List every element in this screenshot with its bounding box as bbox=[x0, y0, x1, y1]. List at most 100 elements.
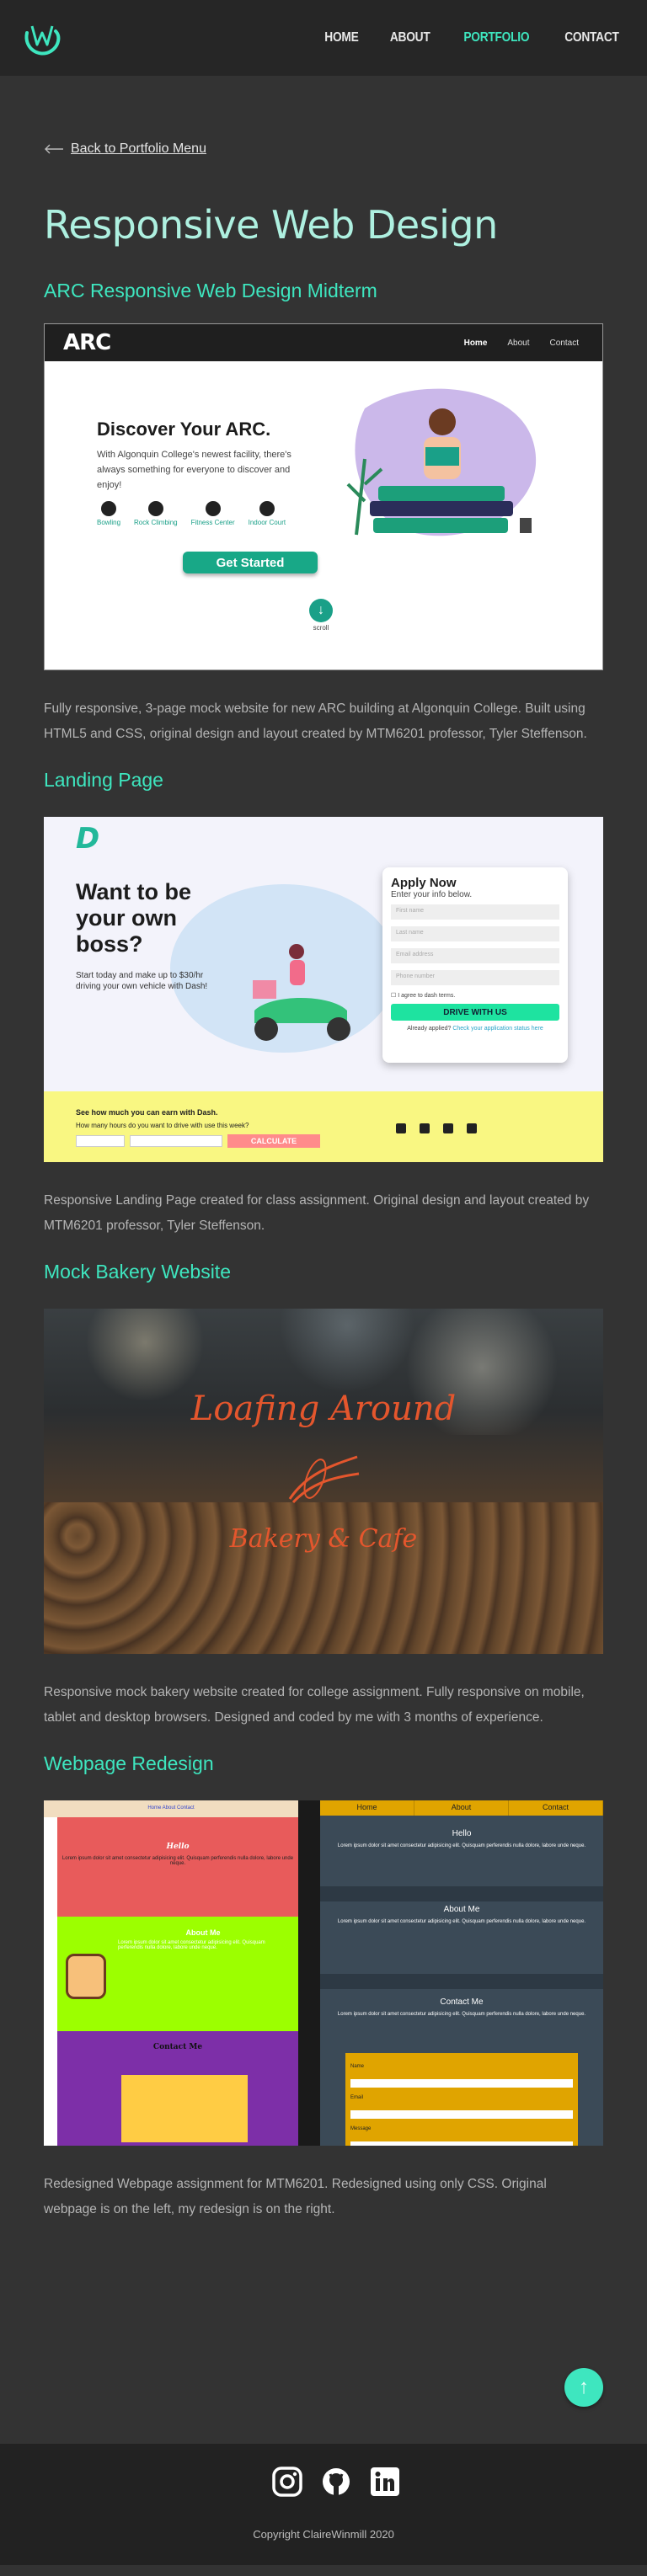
scroll-to-top-button[interactable]: ↑ bbox=[564, 2368, 603, 2407]
linkedin-icon[interactable] bbox=[369, 2466, 401, 2498]
footer: Copyright ClaireWinmill 2020 bbox=[0, 2444, 647, 2565]
hours-input bbox=[76, 1135, 125, 1147]
w-swirl-logo-icon[interactable] bbox=[19, 14, 66, 61]
down-arrow-icon: ↓ bbox=[309, 599, 333, 622]
message-input bbox=[350, 2141, 573, 2146]
arc-activity: Fitness Center bbox=[191, 501, 235, 526]
instagram-icon[interactable] bbox=[271, 2466, 303, 2498]
nav-links: HOME ABOUT PORTFOLIO CONTACT bbox=[322, 30, 623, 45]
back-to-portfolio-link[interactable]: Back to Portfolio Menu bbox=[71, 141, 206, 157]
linkedin-icon bbox=[467, 1123, 477, 1133]
facebook-icon bbox=[396, 1123, 406, 1133]
footer-social-icons bbox=[271, 2466, 401, 2498]
bakery-subtitle: Bakery & Cafe bbox=[229, 1524, 418, 1554]
project-title-bakery: Mock Bakery Website bbox=[44, 1261, 231, 1283]
landing-screenshot[interactable]: D Want to be your own boss? Start today … bbox=[44, 817, 603, 1162]
arc-get-started-button: Get Started bbox=[183, 552, 318, 573]
nav-about[interactable]: ABOUT bbox=[390, 30, 430, 45]
instagram-icon bbox=[420, 1123, 430, 1133]
old-about-section: About Me Lorem ipsum dolor sit amet cons… bbox=[57, 1917, 298, 2031]
rock-climbing-icon bbox=[147, 501, 163, 516]
arc-heading: Discover Your ARC. bbox=[97, 419, 271, 440]
calculate-button: CALCULATE bbox=[227, 1134, 320, 1148]
original-webpage: Home About Contact Hello Lorem ipsum dol… bbox=[44, 1800, 298, 2146]
reading-woman-illustration bbox=[346, 388, 537, 536]
arc-nav-home: Home bbox=[463, 338, 488, 348]
earnings-title: See how much you can earn with Dash. bbox=[76, 1108, 218, 1117]
copyright: Copyright ClaireWinmill 2020 bbox=[253, 2528, 394, 2541]
new-nav: Home About Contact bbox=[320, 1800, 603, 1816]
project-title-landing: Landing Page bbox=[44, 769, 163, 791]
arc-nav-links: Home About Contact bbox=[464, 339, 579, 348]
page-title: Responsive Web Design bbox=[44, 202, 498, 248]
left-arrow-icon[interactable] bbox=[44, 143, 64, 155]
arc-activity: Indoor Court bbox=[249, 501, 286, 526]
bakery-name: Loafing Around bbox=[190, 1389, 457, 1428]
project-description-arc: Fully responsive, 3-page mock website fo… bbox=[44, 701, 587, 741]
old-contact-form bbox=[121, 2075, 248, 2142]
cartoon-face-illustration bbox=[66, 1954, 106, 1999]
arc-activities: Bowling Rock Climbing Fitness Center Ind… bbox=[97, 501, 286, 526]
nav-home[interactable]: HOME bbox=[324, 30, 359, 45]
github-icon[interactable] bbox=[320, 2466, 352, 2498]
landing-heading: Want to be your own boss? bbox=[76, 879, 191, 957]
page: HOME ABOUT PORTFOLIO CONTACT Back to Por… bbox=[0, 0, 647, 2576]
arc-screenshot[interactable]: ARC Home About Contact Discover Your ARC… bbox=[44, 323, 603, 670]
landing-text: Start today and make up to $30/hr drivin… bbox=[76, 971, 208, 991]
main-content: Back to Portfolio Menu Responsive Web De… bbox=[0, 141, 647, 2222]
arc-scroll-indicator: ↓ scroll bbox=[309, 599, 333, 632]
old-nav: Home About Contact bbox=[44, 1800, 298, 1817]
dash-logo: D bbox=[76, 822, 100, 856]
bowling-icon bbox=[101, 501, 116, 516]
arrow-up-icon: ↑ bbox=[579, 2376, 589, 2398]
wheat-sheaf-icon bbox=[288, 1455, 360, 1504]
project-title-redesign: Webpage Redesign bbox=[44, 1752, 214, 1774]
arc-navbar: ARC Home About Contact bbox=[45, 324, 602, 361]
top-nav: HOME ABOUT PORTFOLIO CONTACT bbox=[0, 0, 647, 76]
twitter-icon bbox=[443, 1123, 453, 1133]
new-hello-section: Hello Lorem ipsum dolor sit amet consect… bbox=[337, 1829, 586, 1849]
new-contact-form: Name Email Message bbox=[345, 2053, 578, 2146]
last-name-field: Last name bbox=[391, 926, 559, 941]
new-about-section: About Me Lorem ipsum dolor sit amet cons… bbox=[337, 1905, 586, 1925]
divider-band bbox=[320, 1886, 603, 1901]
fitness-icon bbox=[205, 501, 221, 516]
phone-field: Phone number bbox=[391, 970, 559, 985]
form-subtitle: Enter your info below. bbox=[391, 890, 473, 899]
applied-text: Already applied? Check your application … bbox=[407, 1026, 543, 1032]
arc-nav-about: About bbox=[507, 338, 530, 348]
arc-activity: Rock Climbing bbox=[134, 501, 178, 526]
project-description-landing: Responsive Landing Page created for clas… bbox=[44, 1193, 590, 1233]
scooter-rider-illustration bbox=[253, 944, 350, 1041]
apply-form: Apply Now Enter your info below. First n… bbox=[382, 867, 568, 1063]
old-contact-section: Contact Me bbox=[57, 2031, 298, 2146]
email-input bbox=[350, 2110, 573, 2119]
nav-contact[interactable]: CONTACT bbox=[564, 30, 619, 45]
project-description-bakery: Responsive mock bakery website created f… bbox=[44, 1685, 585, 1725]
earnings-section: See how much you can earn with Dash. How… bbox=[44, 1091, 603, 1162]
landing-social-icons bbox=[396, 1123, 477, 1133]
arc-logo: ARC bbox=[63, 330, 111, 355]
divider-band bbox=[320, 1974, 603, 1989]
redesigned-webpage: Home About Contact Hello Lorem ipsum dol… bbox=[320, 1800, 603, 2146]
project-description-redesign: Redesigned Webpage assignment for MTM620… bbox=[44, 2177, 547, 2216]
nav-portfolio[interactable]: PORTFOLIO bbox=[464, 30, 530, 45]
old-hello-section: Hello Lorem ipsum dolor sit amet consect… bbox=[57, 1817, 298, 1917]
terms-checkbox-label: ☐ I agree to dash terms. bbox=[391, 993, 456, 999]
first-name-field: First name bbox=[391, 904, 559, 920]
new-contact-section: Contact Me Lorem ipsum dolor sit amet co… bbox=[337, 1997, 586, 2018]
earnings-question: How many hours do you want to drive with… bbox=[76, 1122, 249, 1129]
name-input bbox=[350, 2079, 573, 2088]
drive-with-us-button: DRIVE WITH US bbox=[391, 1004, 559, 1021]
email-field: Email address bbox=[391, 948, 559, 963]
pay-input bbox=[130, 1135, 222, 1147]
form-title: Apply Now bbox=[391, 876, 457, 890]
arc-activity: Bowling bbox=[97, 501, 120, 526]
arc-nav-contact: Contact bbox=[549, 338, 579, 348]
bakery-screenshot[interactable]: Loafing Around Bakery & Cafe bbox=[44, 1309, 603, 1654]
basketball-icon bbox=[259, 501, 275, 516]
back-link-row: Back to Portfolio Menu bbox=[44, 141, 603, 157]
arc-text: With Algonquin College's newest facility… bbox=[97, 450, 291, 490]
project-title-arc: ARC Responsive Web Design Midterm bbox=[44, 280, 377, 301]
redesign-screenshot[interactable]: Home About Contact Hello Lorem ipsum dol… bbox=[44, 1800, 603, 2146]
